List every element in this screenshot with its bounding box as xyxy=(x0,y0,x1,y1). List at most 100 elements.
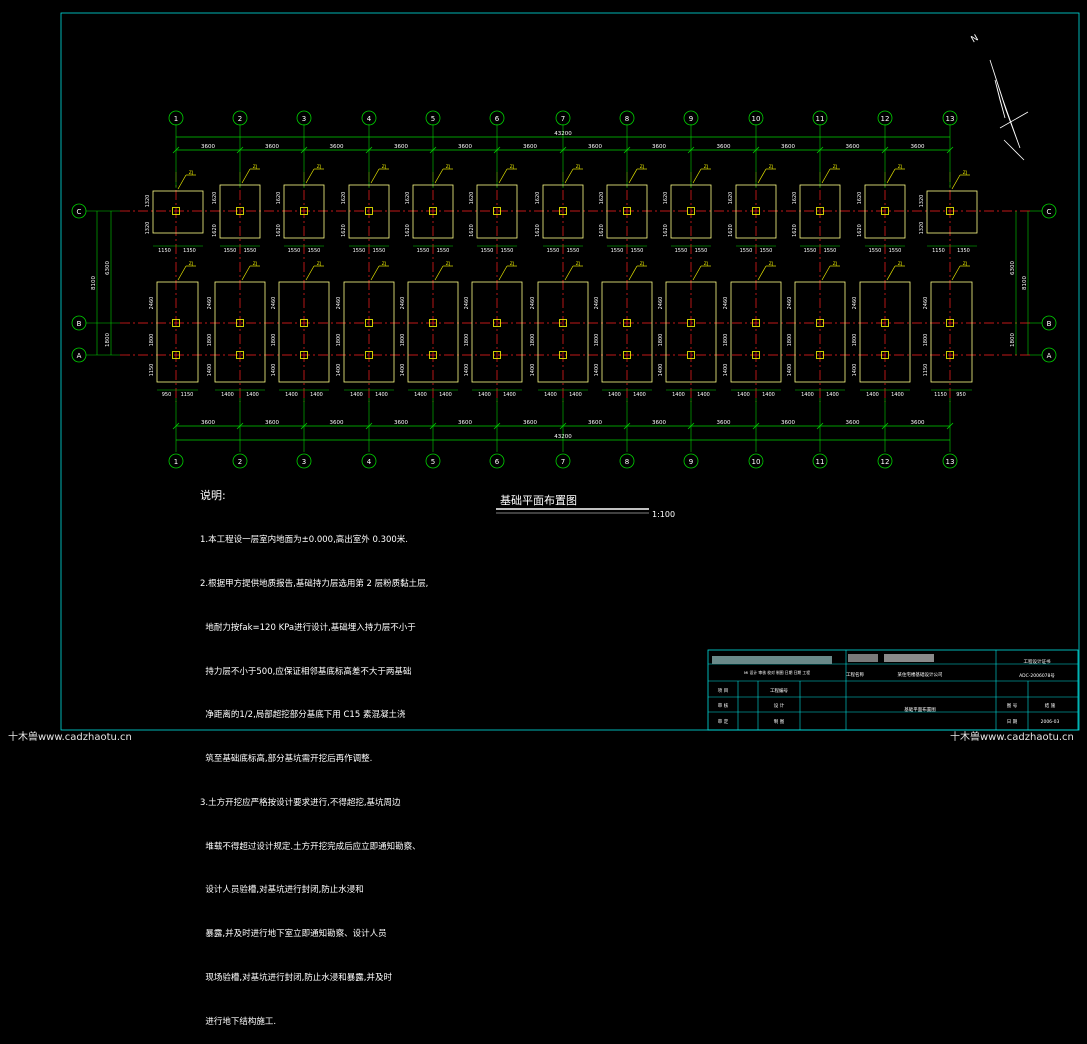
footing-height-label: 1400 xyxy=(723,364,729,377)
tag-leader xyxy=(177,265,187,281)
footing-height-label: 1620 xyxy=(341,192,347,205)
axis-label-left: B xyxy=(77,320,82,328)
footing-height-label: 1620 xyxy=(276,224,282,237)
axis-label-left: A xyxy=(77,352,82,360)
note-line: 暴露,并及时进行地下室立即通知勘察、设计人员 xyxy=(200,929,387,940)
title-block-text: 2006-03 xyxy=(1041,719,1060,725)
footing-height-label: 1620 xyxy=(469,192,475,205)
footing-top xyxy=(152,190,204,234)
footing-width-label: 1400 xyxy=(826,392,839,398)
title-block-text: 设 计 xyxy=(774,702,785,709)
axis-label-top: 5 xyxy=(431,115,435,123)
footing-height-label: 1620 xyxy=(276,192,282,205)
footing-width-label: 1400 xyxy=(672,392,685,398)
footing-width-label: 1550 xyxy=(631,248,644,254)
axis-label-bottom: 12 xyxy=(881,458,890,466)
footing-tag: ZJ xyxy=(510,164,514,170)
footing-height-label: 1400 xyxy=(400,364,406,377)
title-block-text: 审 核 xyxy=(718,702,729,709)
footing-height-label: 2460 xyxy=(723,297,729,310)
footing-tag: ZJ xyxy=(189,261,193,267)
footing-width-label: 1550 xyxy=(353,248,366,254)
footing-width-label: 1350 xyxy=(183,248,196,254)
footing-tag: ZJ xyxy=(317,164,321,170)
tag-leader xyxy=(370,265,380,281)
tag-leader xyxy=(564,265,574,281)
footing-width-label: 1400 xyxy=(737,392,750,398)
dim-label-bottom-bay: 3600 xyxy=(330,420,344,426)
footing-width-label: 1400 xyxy=(310,392,323,398)
title-block-text: 结 施 xyxy=(1045,702,1056,709)
footing-width-label: 1400 xyxy=(246,392,259,398)
footing-width-label: 1550 xyxy=(567,248,580,254)
axis-label-top: 12 xyxy=(881,115,890,123)
title-block-text: 基础平面布置图 xyxy=(904,706,936,713)
dim-label-bottom-bay: 3600 xyxy=(781,420,795,426)
dim-label-top-bay: 3600 xyxy=(717,144,731,150)
footing-height-label: 1620 xyxy=(599,192,605,205)
footing-tag: ZJ xyxy=(769,261,773,267)
footing-width-label: 1400 xyxy=(569,392,582,398)
dim-label-bottom-bay: 3600 xyxy=(201,420,215,426)
footing-width-label: 1400 xyxy=(439,392,452,398)
footing-width-label: 1400 xyxy=(478,392,491,398)
footing-height-label: 1800 xyxy=(149,334,155,347)
footing-tag: ZJ xyxy=(576,261,580,267)
axis-label-bottom: 7 xyxy=(561,458,565,466)
footing-width-label: 1550 xyxy=(695,248,708,254)
footing-width-label: 1550 xyxy=(481,248,494,254)
footing-top xyxy=(926,190,978,234)
footing-width-label: 1400 xyxy=(375,392,388,398)
axis-label-right: C xyxy=(1047,208,1052,216)
axis-label-bottom: 6 xyxy=(495,458,500,466)
dim-label-bottom-bay: 3600 xyxy=(523,420,537,426)
footing-width-label: 1550 xyxy=(889,248,902,254)
footing-height-label: 1400 xyxy=(787,364,793,377)
axis-label-bottom: 1 xyxy=(174,458,178,466)
title-block-text: 项 目 xyxy=(718,688,728,694)
dim-label-bottom-bay: 3600 xyxy=(911,420,925,426)
footing-width-label: 1550 xyxy=(824,248,837,254)
footing-height-label: 2460 xyxy=(149,297,155,310)
tag-leader xyxy=(692,168,702,184)
footing-height-label: 1400 xyxy=(594,364,600,377)
footing-width-label: 1400 xyxy=(633,392,646,398)
dim-label-bottom-bay: 3600 xyxy=(846,420,860,426)
note-line: 堆载不得超过设计规定.土方开挖完成后应立即通知勘察、 xyxy=(200,841,421,852)
title-block-masked-field xyxy=(884,654,934,662)
footing-height-label: 2460 xyxy=(594,297,600,310)
footing-width-label: 1400 xyxy=(697,392,710,398)
axis-label-top: 10 xyxy=(752,115,761,123)
footing-width-label: 1400 xyxy=(866,392,879,398)
footing-width-label: 1150 xyxy=(181,392,194,398)
footing-height-label: 1620 xyxy=(469,224,475,237)
footing-tag: ZJ xyxy=(189,170,193,176)
footing-width-label: 1400 xyxy=(544,392,557,398)
axis-label-top: 1 xyxy=(174,115,178,123)
footing-height-label: 1800 xyxy=(852,334,858,347)
footing-tag: ZJ xyxy=(253,164,257,170)
footing-height-label: 1620 xyxy=(212,192,218,205)
footing-width-label: 1550 xyxy=(804,248,817,254)
footing-width-label: 1550 xyxy=(308,248,321,254)
footing-tag: ZJ xyxy=(963,261,967,267)
footing-height-label: 2460 xyxy=(923,297,929,310)
axis-label-bottom: 2 xyxy=(238,458,242,466)
tag-leader xyxy=(434,265,444,281)
footing-width-label: 1550 xyxy=(740,248,753,254)
footing-width-label: 1550 xyxy=(547,248,560,254)
north-label: N xyxy=(970,33,981,45)
footing-width-label: 1550 xyxy=(501,248,514,254)
tag-leader xyxy=(305,168,315,184)
footing-width-label: 1550 xyxy=(611,248,624,254)
dim-label-top-bay: 3600 xyxy=(265,144,279,150)
footing-height-label: 1800 xyxy=(400,334,406,347)
footing-tag: ZJ xyxy=(833,164,837,170)
axis-label-bottom: 13 xyxy=(946,458,955,466)
footing-height-label: 2460 xyxy=(400,297,406,310)
footing-width-label: 1550 xyxy=(437,248,450,254)
title-block-masked-field xyxy=(712,656,832,664)
note-line: 3.土方开挖应严格按设计要求进行,不得超挖,基坑周边 xyxy=(200,797,401,808)
tag-leader xyxy=(628,265,638,281)
footing-height-label: 2460 xyxy=(207,297,213,310)
